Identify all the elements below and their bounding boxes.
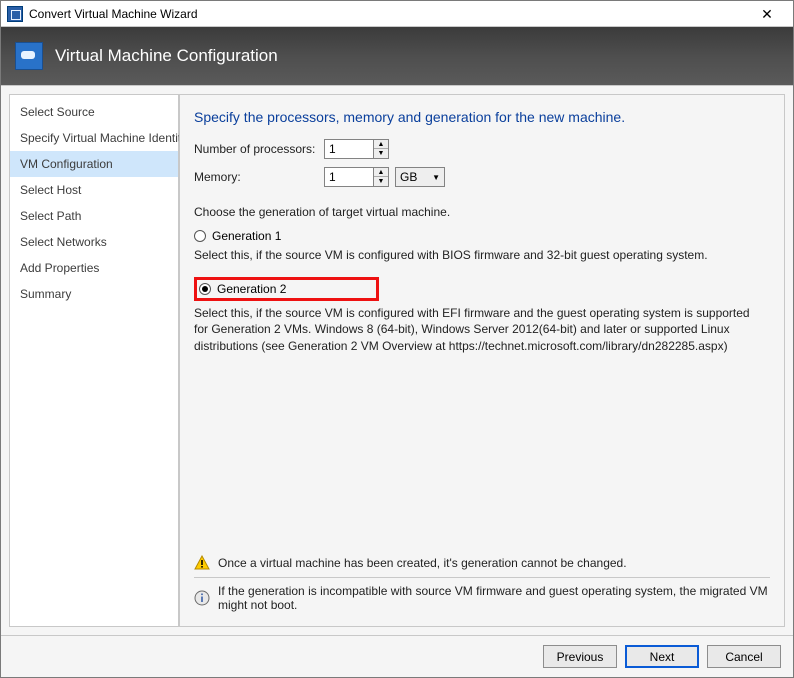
chevron-down-icon: ▼ — [432, 173, 440, 182]
generation2-description: Select this, if the source VM is configu… — [194, 305, 754, 354]
processors-label: Number of processors: — [194, 142, 324, 156]
generation2-highlight: Generation 2 — [194, 277, 379, 301]
processors-spin-buttons[interactable]: ▲ ▼ — [374, 139, 389, 159]
spin-down-icon[interactable]: ▼ — [374, 149, 388, 158]
processors-row: Number of processors: ▲ ▼ — [194, 139, 770, 159]
generation2-radio[interactable] — [199, 283, 211, 295]
next-button[interactable]: Next — [625, 645, 699, 668]
spin-up-icon[interactable]: ▲ — [374, 140, 388, 149]
sidebar-item-specify-identity[interactable]: Specify Virtual Machine Identity — [10, 125, 178, 151]
sidebar-item-select-path[interactable]: Select Path — [10, 203, 178, 229]
sidebar-item-vm-configuration[interactable]: VM Configuration — [10, 151, 178, 177]
generation1-radio[interactable] — [194, 230, 206, 242]
sidebar: Select Source Specify Virtual Machine Id… — [9, 94, 179, 627]
warning-text: Once a virtual machine has been created,… — [218, 556, 627, 570]
memory-unit-value: GB — [400, 170, 417, 184]
sidebar-item-add-properties[interactable]: Add Properties — [10, 255, 178, 281]
body: Select Source Specify Virtual Machine Id… — [1, 85, 793, 635]
processors-spinner[interactable]: ▲ ▼ — [324, 139, 389, 159]
sidebar-item-select-host[interactable]: Select Host — [10, 177, 178, 203]
sidebar-item-summary[interactable]: Summary — [10, 281, 178, 307]
memory-row: Memory: ▲ ▼ GB ▼ — [194, 167, 770, 187]
memory-unit-select[interactable]: GB ▼ — [395, 167, 445, 187]
content-panel: Specify the processors, memory and gener… — [179, 94, 785, 627]
footer: Previous Next Cancel — [1, 635, 793, 677]
warning-icon — [194, 555, 210, 571]
processors-input[interactable] — [324, 139, 374, 159]
banner-title: Virtual Machine Configuration — [55, 46, 278, 66]
info-text: If the generation is incompatible with s… — [218, 584, 770, 612]
generation1-label: Generation 1 — [212, 229, 281, 243]
banner: Virtual Machine Configuration — [1, 27, 793, 85]
app-icon — [7, 6, 23, 22]
cancel-button[interactable]: Cancel — [707, 645, 781, 668]
generation1-description: Select this, if the source VM is configu… — [194, 247, 754, 263]
sidebar-item-select-source[interactable]: Select Source — [10, 99, 178, 125]
generation-prompt: Choose the generation of target virtual … — [194, 205, 770, 219]
spin-down-icon[interactable]: ▼ — [374, 177, 388, 186]
memory-input[interactable] — [324, 167, 374, 187]
info-icon — [194, 590, 210, 606]
generation2-option[interactable]: Generation 2 — [199, 282, 286, 296]
memory-spinner[interactable]: ▲ ▼ — [324, 167, 389, 187]
warning-row: Once a virtual machine has been created,… — [194, 549, 770, 577]
generation2-label: Generation 2 — [217, 282, 286, 296]
info-row: If the generation is incompatible with s… — [194, 577, 770, 618]
window-title: Convert Virtual Machine Wizard — [29, 7, 747, 21]
previous-button[interactable]: Previous — [543, 645, 617, 668]
sidebar-item-select-networks[interactable]: Select Networks — [10, 229, 178, 255]
wizard-window: Convert Virtual Machine Wizard ✕ Virtual… — [0, 0, 794, 678]
memory-label: Memory: — [194, 170, 324, 184]
close-icon[interactable]: ✕ — [747, 6, 787, 22]
page-heading: Specify the processors, memory and gener… — [194, 109, 770, 125]
banner-icon — [15, 42, 43, 70]
titlebar: Convert Virtual Machine Wizard ✕ — [1, 1, 793, 27]
memory-spin-buttons[interactable]: ▲ ▼ — [374, 167, 389, 187]
spin-up-icon[interactable]: ▲ — [374, 168, 388, 177]
generation1-option[interactable]: Generation 1 — [194, 229, 770, 243]
